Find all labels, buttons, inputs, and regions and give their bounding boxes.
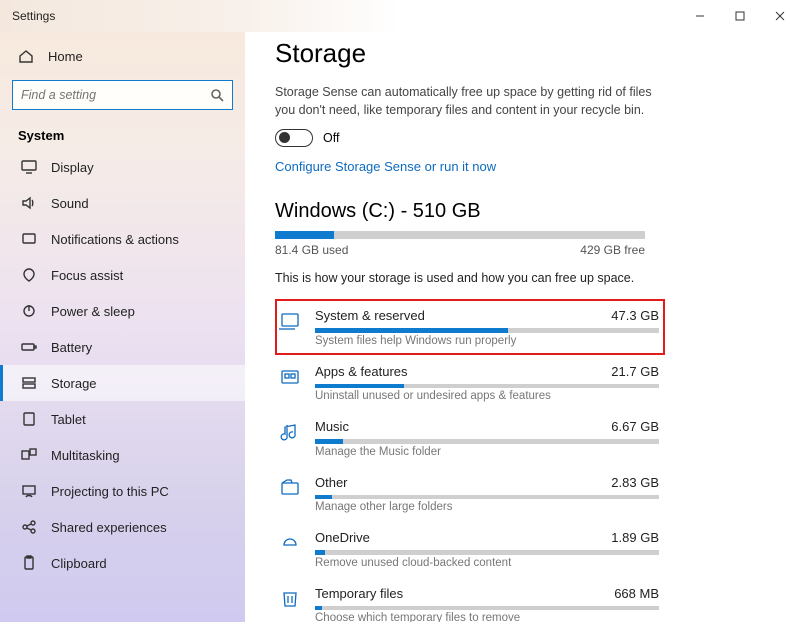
home-icon — [18, 48, 34, 64]
shared-experiences-icon — [21, 519, 37, 535]
category-bar — [315, 384, 659, 389]
category-bar — [315, 606, 659, 611]
category-name: System & reserved — [315, 308, 425, 323]
category-temporary-files[interactable]: Temporary files 668 MB Choose which tempor… — [275, 577, 665, 622]
sidebar-item-label: Focus assist — [51, 268, 123, 283]
sidebar-item-label: Sound — [51, 196, 89, 211]
category-name: Temporary files — [315, 586, 403, 601]
sidebar-item-power-sleep[interactable]: Power & sleep — [0, 293, 245, 329]
storage-icon — [21, 375, 37, 391]
category-size: 47.3 GB — [611, 308, 659, 323]
category-icon — [279, 421, 301, 443]
sidebar-item-notifications[interactable]: Notifications & actions — [0, 221, 245, 257]
sidebar-item-label: Clipboard — [51, 556, 107, 571]
drive-title: Windows (C:) - 510 GB — [275, 200, 770, 223]
power-icon — [21, 303, 37, 319]
sidebar-home[interactable]: Home — [0, 38, 245, 74]
sidebar-item-label: Shared experiences — [51, 520, 167, 535]
clipboard-icon — [21, 555, 37, 571]
focus-assist-icon — [21, 267, 37, 283]
sidebar-item-label: Projecting to this PC — [51, 484, 169, 499]
category-sub: Manage the Music folder — [315, 446, 659, 458]
sidebar-item-battery[interactable]: Battery — [0, 329, 245, 365]
maximize-button[interactable] — [720, 0, 760, 32]
category-icon — [279, 532, 301, 554]
sidebar-item-label: Battery — [51, 340, 92, 355]
sidebar-item-label: Tablet — [51, 412, 86, 427]
category-name: Apps & features — [315, 364, 408, 379]
sidebar-home-label: Home — [48, 49, 83, 64]
sound-icon — [21, 195, 37, 211]
battery-icon — [21, 339, 37, 355]
sidebar-item-label: Storage — [51, 376, 97, 391]
search-icon — [210, 88, 224, 102]
disk-free-label: 429 GB free — [580, 243, 645, 257]
category-bar — [315, 495, 659, 500]
sidebar-section-system: System — [0, 120, 245, 149]
category-name: Other — [315, 475, 348, 490]
category-other[interactable]: Other 2.83 GB Manage other large folders — [275, 466, 665, 522]
category-apps-features[interactable]: Apps & features 21.7 GB Uninstall unused o… — [275, 355, 665, 411]
sidebar-item-sound[interactable]: Sound — [0, 185, 245, 221]
main-content: Storage Storage Sense can automatically … — [245, 32, 800, 622]
display-icon — [21, 159, 37, 175]
sidebar-item-clipboard[interactable]: Clipboard — [0, 545, 245, 581]
sidebar-item-storage[interactable]: Storage — [0, 365, 245, 401]
page-title: Storage — [275, 38, 770, 69]
sidebar-item-label: Power & sleep — [51, 304, 135, 319]
category-onedrive[interactable]: OneDrive 1.89 GB Remove unused cloud-backe… — [275, 521, 665, 577]
notifications-icon — [21, 231, 37, 247]
disk-used-fill — [275, 231, 334, 239]
category-bar — [315, 550, 659, 555]
sidebar-item-label: Multitasking — [51, 448, 120, 463]
sidebar-item-label: Notifications & actions — [51, 232, 179, 247]
projecting-icon — [21, 483, 37, 499]
storage-explain: This is how your storage is used and how… — [275, 271, 770, 285]
category-size: 2.83 GB — [611, 475, 659, 490]
category-size: 6.67 GB — [611, 419, 659, 434]
sidebar-item-projecting[interactable]: Projecting to this PC — [0, 473, 245, 509]
configure-link[interactable]: Configure Storage Sense or run it now — [275, 159, 496, 174]
storage-sense-desc: Storage Sense can automatically free up … — [275, 83, 675, 119]
minimize-button[interactable] — [680, 0, 720, 32]
category-system-reserved[interactable]: System & reserved 47.3 GB System files hel… — [275, 299, 665, 355]
storage-sense-toggle[interactable] — [275, 129, 313, 147]
search-input-wrapper[interactable] — [12, 80, 233, 110]
category-icon — [279, 310, 301, 332]
tablet-icon — [21, 411, 37, 427]
window-title: Settings — [0, 9, 55, 23]
category-icon — [279, 366, 301, 388]
category-bar — [315, 328, 659, 333]
category-sub: System files help Windows run properly — [315, 335, 659, 347]
category-music[interactable]: Music 6.67 GB Manage the Music folder — [275, 410, 665, 466]
sidebar-item-shared-experiences[interactable]: Shared experiences — [0, 509, 245, 545]
category-name: OneDrive — [315, 530, 370, 545]
sidebar-item-multitasking[interactable]: Multitasking — [0, 437, 245, 473]
category-size: 1.89 GB — [611, 530, 659, 545]
category-icon — [279, 477, 301, 499]
close-button[interactable] — [760, 0, 800, 32]
search-input[interactable] — [21, 88, 210, 102]
sidebar-item-focus-assist[interactable]: Focus assist — [0, 257, 245, 293]
sidebar-item-label: Display — [51, 160, 94, 175]
titlebar: Settings — [0, 0, 800, 32]
category-size: 21.7 GB — [611, 364, 659, 379]
toggle-label: Off — [323, 131, 339, 145]
category-sub: Remove unused cloud-backed content — [315, 557, 659, 569]
disk-usage-bar — [275, 231, 645, 239]
sidebar-item-tablet[interactable]: Tablet — [0, 401, 245, 437]
category-sub: Manage other large folders — [315, 501, 659, 513]
category-sub: Choose which temporary files to remove — [315, 612, 659, 622]
sidebar: Home System Display Sound Notifications … — [0, 32, 245, 622]
disk-used-label: 81.4 GB used — [275, 243, 348, 257]
storage-categories: System & reserved 47.3 GB System files hel… — [275, 299, 770, 622]
category-icon — [279, 588, 301, 610]
category-sub: Uninstall unused or undesired apps & fea… — [315, 390, 659, 402]
category-name: Music — [315, 419, 349, 434]
category-size: 668 MB — [614, 586, 659, 601]
multitasking-icon — [21, 447, 37, 463]
sidebar-item-display[interactable]: Display — [0, 149, 245, 185]
category-bar — [315, 439, 659, 444]
